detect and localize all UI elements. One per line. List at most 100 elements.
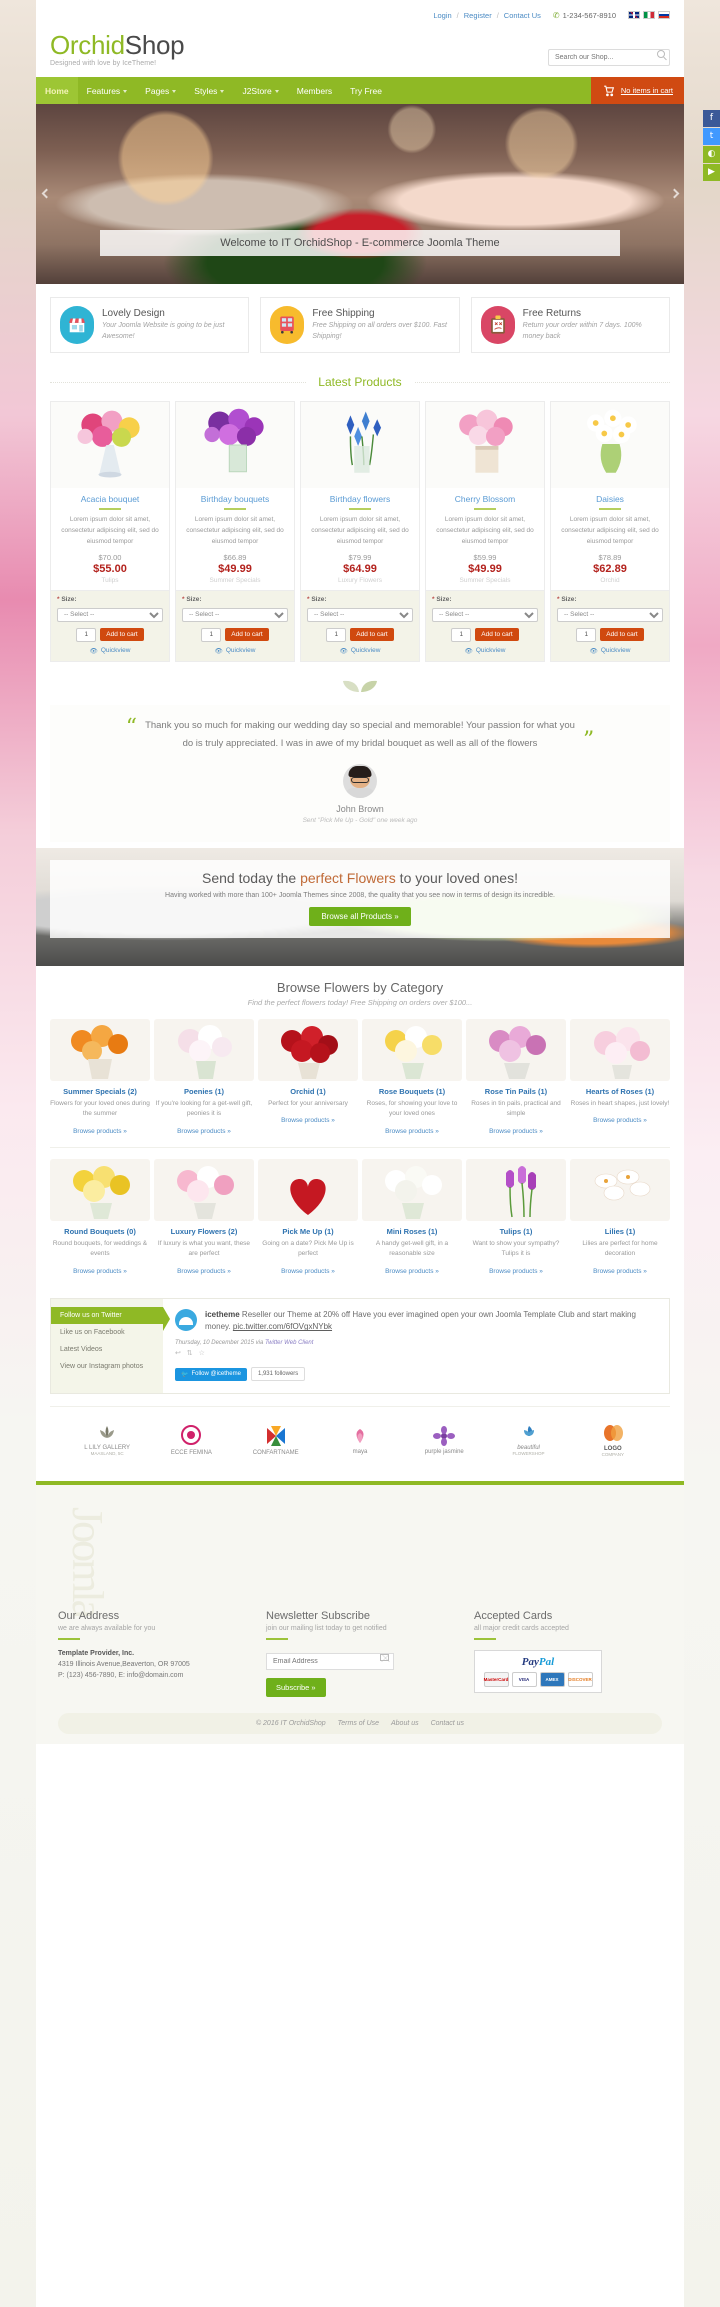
- nav-item-pages[interactable]: Pages: [136, 77, 185, 104]
- browse-products-link[interactable]: Browse products »: [489, 1268, 543, 1275]
- size-select[interactable]: -- Select --: [432, 607, 538, 622]
- brand-logo-beautiful[interactable]: beautiful FLOWERSHOP: [489, 1424, 567, 1456]
- category-image[interactable]: [466, 1158, 566, 1221]
- category-image[interactable]: [362, 1158, 462, 1221]
- category-name[interactable]: Luxury Flowers (2): [154, 1227, 254, 1236]
- add-to-cart-button[interactable]: Add to cart: [600, 628, 644, 642]
- quickview-link[interactable]: 👁 Quickview: [182, 647, 288, 655]
- browse-products-link[interactable]: Browse products »: [593, 1268, 647, 1275]
- category-name[interactable]: Pick Me Up (1): [258, 1227, 358, 1236]
- add-to-cart-button[interactable]: Add to cart: [225, 628, 269, 642]
- tweet-handle[interactable]: icetheme: [205, 1310, 240, 1319]
- browse-products-link[interactable]: Browse products »: [177, 1128, 231, 1135]
- category-name[interactable]: Mini Roses (1): [362, 1227, 462, 1236]
- add-to-cart-button[interactable]: Add to cart: [350, 628, 394, 642]
- category-image[interactable]: [154, 1019, 254, 1082]
- size-select[interactable]: -- Select --: [57, 607, 163, 622]
- quantity-input[interactable]: [576, 627, 597, 642]
- category-name[interactable]: Orchid (1): [258, 1087, 358, 1096]
- rss-icon[interactable]: ◐: [703, 146, 720, 163]
- contact-us-footer-link[interactable]: Contact us: [431, 1720, 464, 1727]
- category-name[interactable]: Round Bouquets (0): [50, 1227, 150, 1236]
- add-to-cart-button[interactable]: Add to cart: [100, 628, 144, 642]
- quantity-input[interactable]: [201, 627, 222, 642]
- flag-it-icon[interactable]: [643, 11, 655, 19]
- browse-products-link[interactable]: Browse products »: [281, 1117, 335, 1124]
- category-image[interactable]: [50, 1019, 150, 1082]
- product-name[interactable]: Birthday flowers: [307, 494, 413, 504]
- subscribe-button[interactable]: Subscribe »: [266, 1678, 326, 1698]
- browse-products-link[interactable]: Browse products »: [385, 1128, 439, 1135]
- tweet-client-link[interactable]: Twitter Web Client: [265, 1340, 313, 1346]
- twitter-follow-button[interactable]: 🐦 Follow @icetheme: [175, 1367, 247, 1381]
- product-image[interactable]: [426, 402, 544, 489]
- tweet-link[interactable]: pic.twitter.com/6fOVgxNYbk: [233, 1322, 332, 1331]
- quickview-link[interactable]: 👁 Quickview: [557, 647, 663, 655]
- browse-products-link[interactable]: Browse products »: [489, 1128, 543, 1135]
- category-name[interactable]: Summer Specials (2): [50, 1087, 150, 1096]
- quickview-link[interactable]: 👁 Quickview: [307, 647, 413, 655]
- register-link[interactable]: Register: [464, 11, 492, 20]
- quantity-input[interactable]: [451, 627, 472, 642]
- brand-logo-ecce-femina[interactable]: ECCE FEMINA: [152, 1424, 230, 1456]
- browse-all-products-button[interactable]: Browse all Products »: [309, 907, 411, 927]
- twitter-follower-count[interactable]: 1,931 followers: [250, 1367, 306, 1382]
- tab-like-facebook[interactable]: Like us on Facebook: [51, 1324, 163, 1341]
- nav-item-features[interactable]: Features: [78, 77, 137, 104]
- cart-button[interactable]: No items in cart: [590, 77, 684, 105]
- tab-follow-twitter[interactable]: Follow us on Twitter: [51, 1306, 170, 1331]
- terms-of-use-link[interactable]: Terms of Use: [338, 1720, 379, 1727]
- nav-item-j2store[interactable]: J2Store: [233, 77, 287, 104]
- tweet-actions[interactable]: ↩ ⇅ ☆: [175, 1349, 657, 1357]
- brand-logo-lily-gallery[interactable]: L LILY GALLERY MAASLAND, 5C: [68, 1424, 146, 1456]
- add-to-cart-button[interactable]: Add to cart: [475, 628, 519, 642]
- login-link[interactable]: Login: [433, 11, 451, 20]
- category-image[interactable]: [258, 1019, 358, 1082]
- category-name[interactable]: Hearts of Roses (1): [570, 1087, 670, 1096]
- search-icon[interactable]: [657, 50, 665, 58]
- nav-item-home[interactable]: Home: [36, 77, 78, 110]
- nav-item-styles[interactable]: Styles: [185, 77, 233, 104]
- product-name[interactable]: Birthday bouquets: [182, 494, 288, 504]
- category-image[interactable]: [570, 1158, 670, 1221]
- size-select[interactable]: -- Select --: [182, 607, 288, 622]
- brand-logo-confartname[interactable]: CONFARTNAME: [237, 1425, 315, 1456]
- browse-products-link[interactable]: Browse products »: [385, 1268, 439, 1275]
- product-image[interactable]: [51, 402, 169, 489]
- size-select[interactable]: -- Select --: [557, 607, 663, 622]
- search-input[interactable]: [548, 49, 670, 66]
- product-name[interactable]: Acacia bouquet: [57, 494, 163, 504]
- category-name[interactable]: Tulips (1): [466, 1227, 566, 1236]
- nav-item-members[interactable]: Members: [288, 77, 341, 104]
- facebook-icon[interactable]: f: [703, 110, 720, 127]
- browse-products-link[interactable]: Browse products »: [73, 1268, 127, 1275]
- product-image[interactable]: [176, 402, 294, 489]
- quantity-input[interactable]: [76, 627, 97, 642]
- category-name[interactable]: Rose Tin Pails (1): [466, 1087, 566, 1096]
- browse-products-link[interactable]: Browse products »: [593, 1117, 647, 1124]
- category-name[interactable]: Rose Bouquets (1): [362, 1087, 462, 1096]
- tab-instagram-photos[interactable]: View our Instagram photos: [51, 1358, 163, 1375]
- slider-prev-button[interactable]: [40, 183, 52, 205]
- browse-products-link[interactable]: Browse products »: [177, 1268, 231, 1275]
- flag-uk-icon[interactable]: [628, 11, 640, 19]
- category-name[interactable]: Poenies (1): [154, 1087, 254, 1096]
- product-image[interactable]: [551, 402, 669, 489]
- about-us-link[interactable]: About us: [391, 1720, 419, 1727]
- logo[interactable]: OrchidShop Designed with love by IceThem…: [50, 31, 185, 67]
- product-image[interactable]: [301, 402, 419, 489]
- contact-us-link[interactable]: Contact Us: [504, 11, 541, 20]
- size-select[interactable]: -- Select --: [307, 607, 413, 622]
- quickview-link[interactable]: 👁 Quickview: [57, 647, 163, 655]
- product-name[interactable]: Daisies: [557, 494, 663, 504]
- quickview-link[interactable]: 👁 Quickview: [432, 647, 538, 655]
- twitter-icon[interactable]: t: [703, 128, 720, 145]
- brand-logo-purple-jasmine[interactable]: purple jasmine: [405, 1425, 483, 1455]
- category-name[interactable]: Lilies (1): [570, 1227, 670, 1236]
- slider-next-button[interactable]: [668, 183, 680, 205]
- brand-logo-logo-company[interactable]: LOGO COMPANY: [574, 1423, 652, 1457]
- category-image[interactable]: [570, 1019, 670, 1082]
- category-image[interactable]: [258, 1158, 358, 1221]
- category-image[interactable]: [466, 1019, 566, 1082]
- brand-logo-maya[interactable]: maya: [321, 1426, 399, 1455]
